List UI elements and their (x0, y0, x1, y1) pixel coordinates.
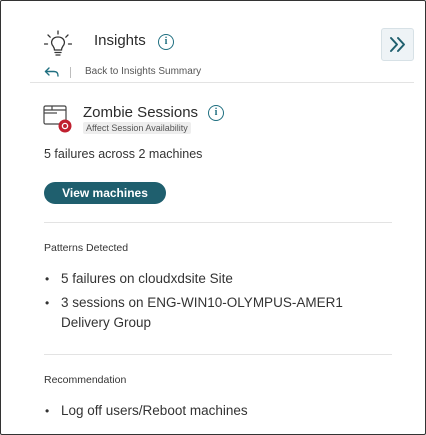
page-title: Insights (94, 32, 146, 49)
back-arrow-icon[interactable] (44, 66, 60, 78)
list-item: • Log off users/Reboot machines (45, 403, 248, 418)
failure-summary: 5 failures across 2 machines (44, 147, 203, 161)
lightbulb-icon (44, 30, 72, 56)
zombie-session-icon (43, 105, 72, 133)
double-chevron-right-icon (390, 37, 405, 52)
info-icon[interactable]: i (158, 34, 174, 50)
back-to-summary-link[interactable]: Back to Insights Summary (85, 66, 201, 77)
recommendation-text: Log off users/Reboot machines (61, 403, 248, 418)
back-separator (70, 67, 71, 78)
back-navigation: Back to Insights Summary (44, 64, 404, 82)
insights-panel: Insights i Back to Insights Summary Zomb… (30, 18, 416, 418)
view-machines-button[interactable]: View machines (44, 182, 166, 204)
impact-badge: Affect Session Availability (83, 122, 191, 134)
recommendation-heading: Recommendation (44, 374, 127, 386)
section-divider (44, 354, 392, 355)
collapse-panel-button[interactable] (381, 28, 414, 61)
patterns-heading: Patterns Detected (44, 242, 129, 254)
patterns-list: • 5 failures on cloudxdsite Site • 3 sessi… (44, 269, 394, 337)
insight-info-icon[interactable]: i (208, 105, 224, 121)
list-item: • 3 sessions on ENG-WIN10-OLYMPUS-AMER1 D… (45, 295, 343, 330)
header-divider (30, 82, 414, 83)
insight-title: Zombie Sessions (83, 104, 199, 121)
list-item: • 5 failures on cloudxdsite Site (45, 271, 233, 286)
section-divider (44, 222, 392, 223)
recommendation-list: • Log off users/Reboot machines (44, 401, 394, 425)
panel-header: Insights i (44, 28, 384, 62)
pattern-text: 5 failures on cloudxdsite Site (61, 271, 233, 286)
pattern-text: 3 sessions on ENG-WIN10-OLYMPUS-AMER1 De… (61, 295, 343, 330)
